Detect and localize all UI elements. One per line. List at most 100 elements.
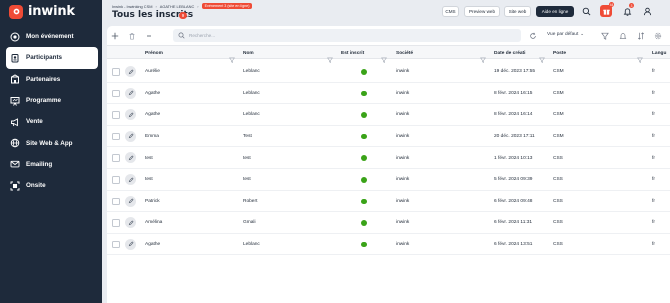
status-dot [361,155,367,161]
site-web-button[interactable]: Site web [504,6,531,17]
filter-icon[interactable] [229,50,235,63]
row-checkbox[interactable] [112,176,120,184]
user-icon[interactable] [642,6,652,16]
table-row[interactable]: Patrick Robert inwink 6 févr. 2024 09:48… [107,191,670,213]
table-row[interactable]: Agathe Leblanc inwink 6 févr. 2024 13:51… [107,234,670,256]
edit-button[interactable] [125,152,136,164]
column-header-nom[interactable]: Nom [243,46,254,60]
filter-icon[interactable] [381,50,387,63]
cell-date: 1 févr. 2024 10:13 [494,155,533,161]
sidebar-item-emailing[interactable]: Emailing [6,154,98,175]
cell-prenom: Agathe [145,90,161,96]
cell-poste: CSS [553,155,563,161]
edit-button[interactable] [125,174,136,185]
inwink-logo-icon [9,4,23,19]
event-badge[interactable]: Evénement 3 (site en ligne) [201,3,253,9]
sidebar-item-programme[interactable]: Programme [6,90,98,111]
search-input[interactable] [189,33,489,38]
column-header-date-creation[interactable]: Date de créati [494,46,525,60]
row-checkbox[interactable] [112,219,120,227]
alert-bell-icon[interactable] [618,31,627,40]
breadcrumb-item[interactable]: Inwink - Inwinking CSM [112,4,152,9]
sidebar-item-label: Site Web & App [26,139,73,147]
add-icon[interactable] [110,31,119,40]
sidebar-item-vente[interactable]: Vente [6,111,98,132]
sidebar-item-participants[interactable]: Participants [6,47,98,69]
row-checkbox[interactable] [112,197,120,206]
cell-prenom: Patrick [145,198,160,204]
column-header-societe[interactable]: Société [396,46,413,60]
cell-poste: CSM [553,112,564,118]
filter-icon[interactable] [327,50,333,63]
cell-nom: test [243,177,251,183]
column-header-langue[interactable]: Langu [652,46,666,60]
table-row[interactable]: Aurélie Leblanc inwink 19 déc. 2023 17:5… [107,61,670,83]
sidebar-item-site-web-app[interactable]: Site Web & App [6,132,98,153]
cell-nom: Leblanc [243,112,260,118]
status-dot [361,90,367,97]
cell-date: 6 févr. 2024 13:51 [494,242,533,248]
table-row[interactable]: Amélina Gmali inwink 6 févr. 2024 11:31 … [107,212,670,234]
edit-button[interactable] [125,87,136,99]
row-checkbox[interactable] [112,154,120,162]
table-row[interactable]: test test inwink 5 févr. 2024 09:39 CSS … [107,169,670,191]
mail-icon [10,159,20,169]
view-selector-label: Vue par défaut [547,31,579,37]
edit-button[interactable] [125,238,136,250]
help-online-button[interactable]: Aide en ligne [536,6,574,17]
cell-date: 6 févr. 2024 11:31 [494,220,533,226]
row-checkbox[interactable] [112,89,120,98]
cell-poste: CSM [553,134,564,140]
count-badge: 9 [179,12,187,19]
breadcrumb-item[interactable]: AGATHE LEBLANC [160,4,195,9]
cell-societe: inwink [396,177,410,183]
table-toolbar: Vue par défaut ⌄ [107,26,670,45]
search-icon[interactable] [581,6,591,16]
edit-button[interactable] [125,130,136,142]
cell-poste: CSS [553,242,563,248]
edit-button[interactable] [125,195,136,207]
cell-nom: Gmali [243,220,256,226]
search-bar[interactable] [173,29,521,42]
more-icon[interactable] [144,31,153,40]
sidebar-item-partenaires[interactable]: Partenaires [6,69,98,90]
table-row[interactable]: test test inwink 1 févr. 2024 10:13 CSS … [107,147,670,169]
registered-status [361,83,367,105]
sidebar-item-onsite[interactable]: Onsite [6,175,98,196]
row-checkbox[interactable] [112,111,120,119]
preview-web-button[interactable]: Preview web [464,6,500,17]
column-header-est-inscrit[interactable]: Est inscrit [341,46,364,60]
settings-icon[interactable] [653,31,662,40]
row-checkbox[interactable] [112,132,120,141]
filter-icon[interactable] [539,50,545,63]
cell-nom: Robert [243,198,258,204]
row-checkbox[interactable] [112,240,120,249]
sort-icon[interactable] [636,31,645,40]
status-dot [361,198,367,205]
breadcrumb-separator: › [155,3,157,9]
edit-button[interactable] [125,217,136,229]
registered-status [361,126,367,148]
edit-button[interactable] [125,66,136,77]
row-checkbox[interactable] [112,68,120,76]
refresh-icon[interactable] [528,31,537,40]
sidebar-item-mon-evenement[interactable]: Mon événement [6,26,98,47]
trash-icon[interactable] [127,31,136,40]
cms-button[interactable]: CMS [442,6,459,17]
cell-societe: inwink [396,155,410,161]
cell-date: 20 déc. 2023 17:11 [494,134,535,140]
filter-icon[interactable] [600,31,609,40]
filter-icon[interactable] [637,50,643,63]
column-header-poste[interactable]: Poste [553,46,566,60]
view-selector[interactable]: Vue par défaut ⌄ [547,31,584,37]
column-header-prenom[interactable]: Prénom [145,46,163,60]
table-row[interactable]: Agathe Leblanc inwink 8 févr. 2024 16:15… [107,83,670,105]
edit-button[interactable] [125,109,136,121]
cell-langue: fr [652,242,655,248]
table-row[interactable]: Agathe Leblanc inwink 8 févr. 2024 16:14… [107,104,670,126]
registered-status [361,61,367,83]
app-logo[interactable]: inwink [9,4,75,19]
filter-icon[interactable] [480,50,486,63]
table-row[interactable]: Emma Test inwink 20 déc. 2023 17:11 CSM … [107,126,670,148]
cell-langue: fr [652,112,655,118]
